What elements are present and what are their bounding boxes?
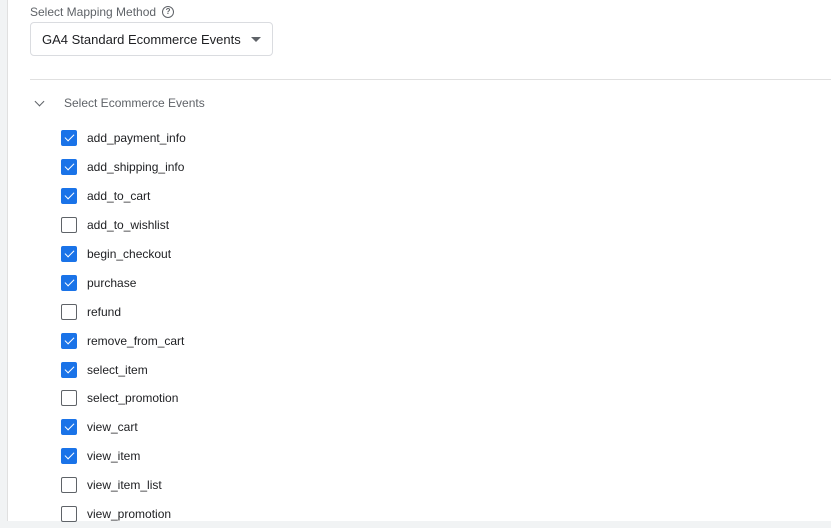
checkmark-icon bbox=[64, 420, 74, 431]
event-checkbox-list: add_payment_info add_shipping_info add_t… bbox=[61, 124, 186, 528]
event-checkbox[interactable] bbox=[61, 419, 77, 436]
ecommerce-events-section-toggle[interactable]: Select Ecommerce Events bbox=[34, 94, 205, 112]
event-item[interactable]: refund bbox=[61, 297, 186, 326]
event-checkbox[interactable] bbox=[61, 217, 77, 234]
event-label: select_promotion bbox=[87, 391, 179, 406]
event-label: begin_checkout bbox=[87, 247, 172, 261]
event-checkbox[interactable] bbox=[61, 159, 77, 176]
event-item[interactable]: view_promotion bbox=[61, 500, 186, 528]
event-item[interactable]: add_payment_info bbox=[61, 124, 186, 153]
event-label: add_to_cart bbox=[87, 189, 151, 204]
event-checkbox[interactable] bbox=[61, 390, 77, 407]
chevron-down-icon bbox=[34, 96, 45, 106]
event-checkbox[interactable] bbox=[61, 274, 77, 291]
event-label: remove_from_cart bbox=[87, 333, 185, 348]
event-item[interactable]: add_shipping_info bbox=[61, 153, 186, 182]
section-title: Select Ecommerce Events bbox=[64, 96, 205, 110]
event-checkbox[interactable] bbox=[61, 332, 77, 349]
event-item[interactable]: view_item bbox=[61, 442, 186, 471]
checkmark-icon bbox=[64, 449, 74, 460]
event-checkbox[interactable] bbox=[61, 361, 77, 378]
event-label: refund bbox=[87, 304, 122, 319]
mapping-method-value: GA4 Standard Ecommerce Events bbox=[42, 31, 241, 47]
event-label: add_to_wishlist bbox=[87, 218, 170, 233]
checkmark-icon bbox=[64, 334, 74, 345]
dropdown-arrow-icon bbox=[251, 36, 261, 42]
mapping-method-label-row: Select Mapping Method ? bbox=[30, 4, 175, 20]
event-checkbox[interactable] bbox=[61, 246, 77, 262]
event-item[interactable]: view_item_list bbox=[61, 471, 186, 500]
checkmark-icon bbox=[64, 189, 74, 200]
event-item[interactable]: add_to_wishlist bbox=[61, 211, 186, 240]
mapping-method-select[interactable]: GA4 Standard Ecommerce Events bbox=[30, 22, 273, 56]
event-label: view_item bbox=[87, 449, 141, 464]
checkmark-icon bbox=[64, 276, 74, 287]
event-label: add_payment_info bbox=[87, 131, 186, 146]
checkmark-icon bbox=[64, 247, 74, 258]
event-label: view_item_list bbox=[87, 478, 162, 493]
event-label: view_promotion bbox=[87, 507, 172, 522]
event-checkbox[interactable] bbox=[61, 506, 77, 523]
checkmark-icon bbox=[64, 131, 74, 142]
event-label: purchase bbox=[87, 275, 137, 290]
event-item[interactable]: remove_from_cart bbox=[61, 326, 186, 355]
config-panel: Select Mapping Method ? GA4 Standard Eco… bbox=[7, 0, 831, 523]
help-icon[interactable]: ? bbox=[162, 6, 175, 18]
checkmark-icon bbox=[64, 363, 74, 374]
section-divider bbox=[30, 79, 831, 80]
event-checkbox[interactable] bbox=[61, 477, 77, 494]
event-checkbox[interactable] bbox=[61, 303, 77, 320]
event-item[interactable]: view_cart bbox=[61, 413, 186, 442]
event-item[interactable]: select_item bbox=[61, 355, 186, 384]
event-item[interactable]: select_promotion bbox=[61, 384, 186, 413]
event-checkbox[interactable] bbox=[61, 130, 77, 147]
event-label: select_item bbox=[87, 362, 148, 377]
event-label: add_shipping_info bbox=[87, 160, 185, 175]
event-label: view_cart bbox=[87, 420, 138, 435]
event-checkbox[interactable] bbox=[61, 448, 77, 465]
event-checkbox[interactable] bbox=[61, 188, 77, 205]
event-item[interactable]: purchase bbox=[61, 268, 186, 297]
event-item[interactable]: add_to_cart bbox=[61, 182, 186, 211]
event-item[interactable]: begin_checkout bbox=[61, 240, 186, 269]
checkmark-icon bbox=[64, 160, 74, 171]
mapping-method-label: Select Mapping Method bbox=[30, 5, 157, 19]
